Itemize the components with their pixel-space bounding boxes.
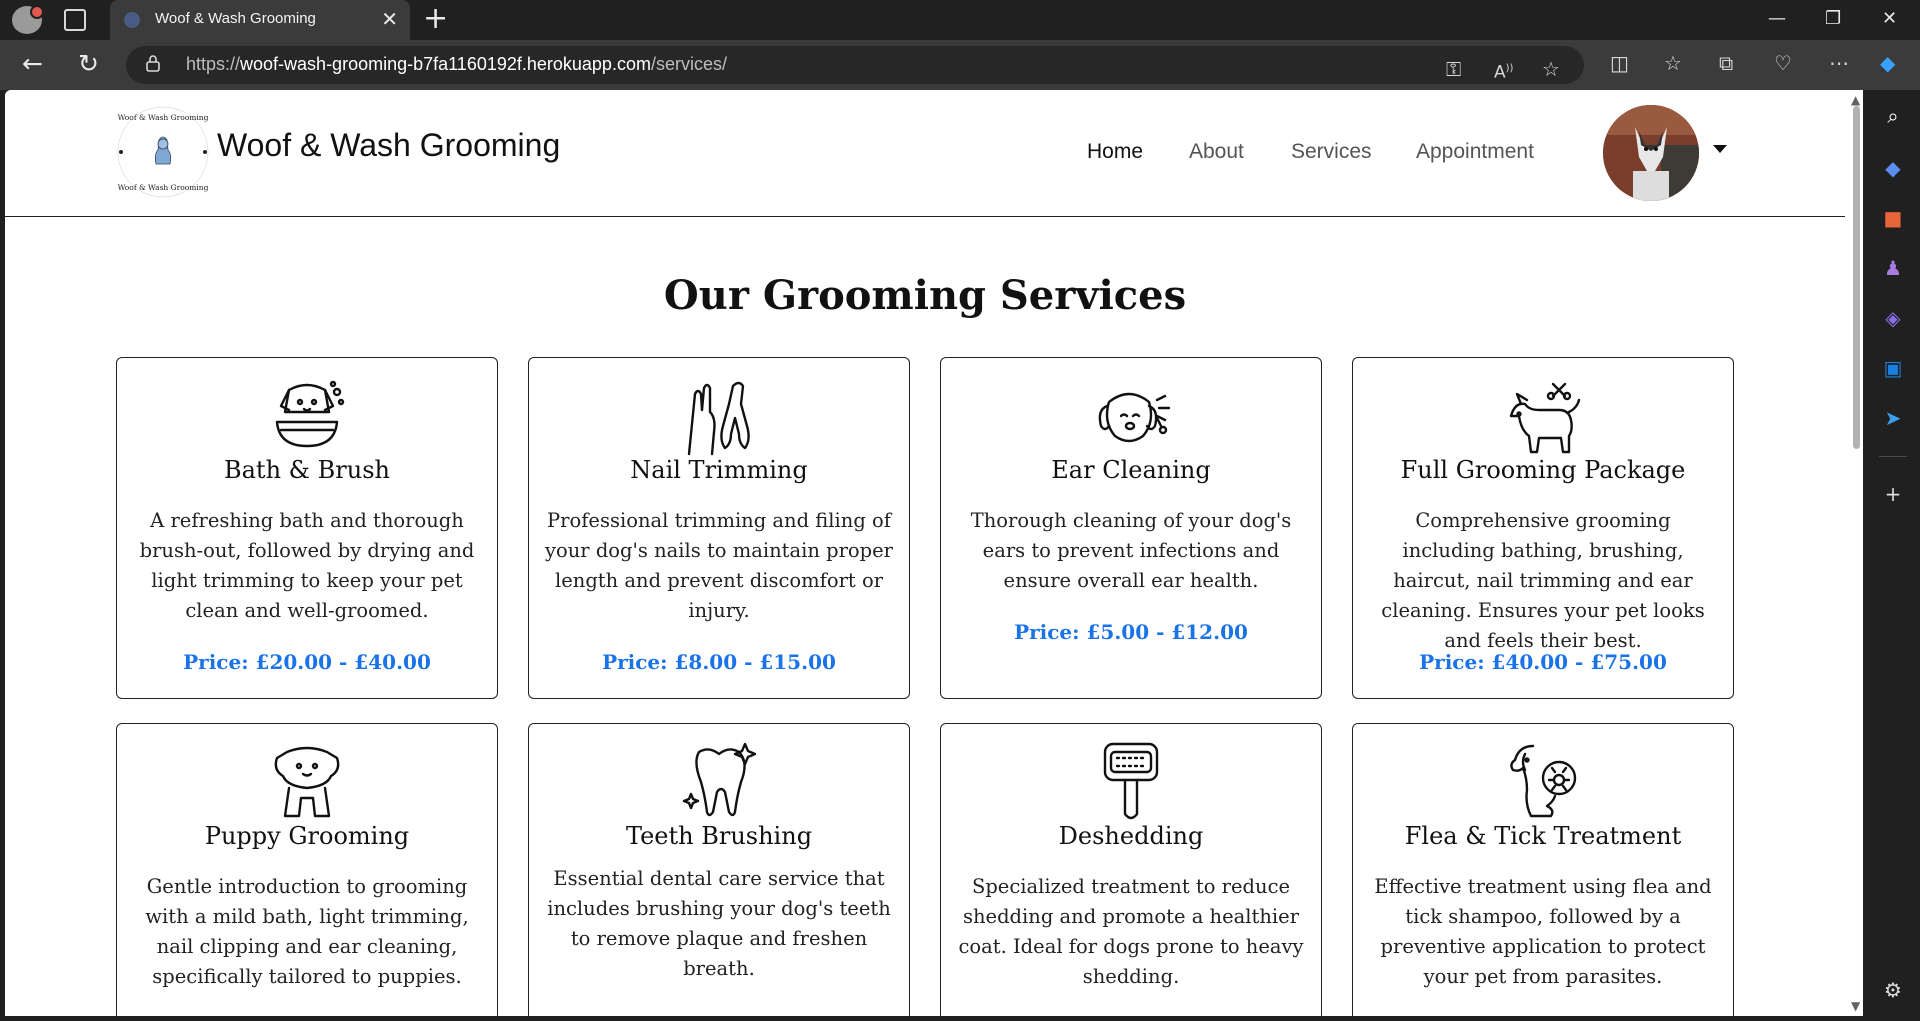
browser-titlebar: Woof & Wash Grooming ✕ + — ❐ ✕: [0, 0, 1920, 40]
service-title: Puppy Grooming: [204, 822, 410, 850]
outlook-icon[interactable]: ▣: [1881, 356, 1905, 380]
window-close-icon[interactable]: ✕: [1882, 8, 1897, 29]
service-card: Flea & Tick Treatment Effective treatmen…: [1352, 723, 1734, 1016]
dog-ear-icon: [1098, 392, 1171, 443]
web-content: Woof & Wash Grooming Woof & Wash Groomin…: [5, 90, 1857, 1016]
service-description: Thorough cleaning of your dog's ears to …: [970, 509, 1292, 592]
service-title: Full Grooming Package: [1400, 456, 1686, 484]
service-card: Nail Trimming Professional trimming and …: [528, 357, 910, 699]
service-price: Price: £20.00 - £40.00: [183, 650, 431, 674]
nail-clipper-paw-icon: [687, 381, 750, 456]
service-card: Full Grooming Package Comprehensive groo…: [1352, 357, 1734, 699]
send-icon[interactable]: ➤: [1881, 406, 1905, 430]
nav-services[interactable]: Services: [1291, 140, 1372, 164]
service-price: Price: £8.00 - £15.00: [602, 650, 836, 674]
nav-about[interactable]: About: [1189, 140, 1244, 164]
service-card: Ear Cleaning Thorough cleaning of your d…: [940, 357, 1322, 699]
copilot-icon[interactable]: ◆: [1880, 51, 1895, 75]
logo-icon[interactable]: Woof & Wash Grooming Woof & Wash Groomin…: [115, 104, 211, 200]
nav-appointment[interactable]: Appointment: [1416, 140, 1534, 164]
deshedding-brush-icon: [1103, 742, 1159, 820]
copilot-apps-icon[interactable]: ◈: [1881, 306, 1905, 330]
page-scrollbar[interactable]: ▲ ▼: [1849, 90, 1863, 1016]
svg-text:Woof & Wash Grooming: Woof & Wash Grooming: [118, 113, 209, 122]
more-icon[interactable]: ⋯: [1829, 51, 1849, 75]
service-description: Essential dental care service that inclu…: [547, 867, 891, 980]
browser-toolbar: ← ↻ https://woof-wash-grooming-b7fa11601…: [0, 40, 1920, 90]
collections-icon[interactable]: ⧉: [1719, 51, 1733, 75]
avatar[interactable]: [1603, 105, 1699, 201]
service-title: Teeth Brushing: [625, 822, 813, 850]
service-card: Teeth Brushing Essential dental care ser…: [528, 723, 910, 1016]
address-bar[interactable]: https://woof-wash-grooming-b7fa1160192f.…: [126, 46, 1584, 84]
page-title: Our Grooming Services: [663, 272, 1187, 319]
service-description: Professional trimming and filing of your…: [544, 509, 893, 622]
restore-icon[interactable]: ❐: [1825, 8, 1841, 29]
dog-bath-icon: [275, 380, 345, 448]
key-icon[interactable]: ⚿: [1446, 57, 1461, 81]
brand-title[interactable]: Woof & Wash Grooming: [217, 127, 560, 164]
add-icon[interactable]: +: [1881, 482, 1905, 506]
performance-icon[interactable]: ♡: [1774, 51, 1792, 75]
puppy-icon: [274, 746, 340, 818]
service-card: Bath & Brush A refreshing bath and thoro…: [116, 357, 498, 699]
tooth-icon: [682, 742, 757, 817]
scroll-down-icon[interactable]: ▼: [1851, 1000, 1860, 1012]
service-price: Price: £5.00 - £12.00: [1014, 620, 1248, 644]
service-description: Gentle introduction to grooming with a m…: [145, 875, 469, 988]
shopping-tag-icon[interactable]: ◆: [1881, 156, 1905, 180]
husky-photo-icon: [1603, 105, 1699, 201]
browser-sidebar: ⌕ ◆ ■ ♟ ◈ ▣ ➤ + ⚙: [1867, 90, 1920, 1021]
scroll-up-icon[interactable]: ▲: [1851, 94, 1860, 106]
favorite-star-icon[interactable]: ☆: [1542, 57, 1560, 81]
service-title: Bath & Brush: [223, 456, 390, 484]
flea-treatment-icon: [1510, 744, 1577, 818]
service-title: Flea & Tick Treatment: [1404, 822, 1682, 850]
avatar-dropdown-icon[interactable]: [1713, 145, 1727, 153]
service-card: Puppy Grooming Gentle introduction to gr…: [116, 723, 498, 1016]
new-tab-icon[interactable]: +: [423, 4, 448, 34]
tab-actions-icon[interactable]: [64, 9, 86, 31]
url-text: https://woof-wash-grooming-b7fa1160192f.…: [186, 54, 727, 74]
service-card: Deshedding Specialized treatment to redu…: [940, 723, 1322, 1016]
tab-title: Woof & Wash Grooming: [155, 10, 316, 27]
minimize-icon[interactable]: —: [1768, 8, 1786, 29]
browser-tab[interactable]: Woof & Wash Grooming ✕: [110, 0, 410, 40]
service-price: Price: £40.00 - £75.00: [1419, 650, 1667, 674]
service-description: A refreshing bath and thorough brush-out…: [139, 509, 475, 622]
favorites-icon[interactable]: ☆: [1664, 51, 1682, 75]
tab-close-icon[interactable]: ✕: [381, 7, 398, 31]
search-icon[interactable]: ⌕: [1881, 104, 1905, 128]
service-description: Specialized treatment to reduce shedding…: [958, 875, 1304, 988]
games-icon[interactable]: ♟: [1881, 256, 1905, 280]
service-description: Comprehensive grooming including bathing…: [1381, 509, 1705, 652]
settings-icon[interactable]: ⚙: [1881, 978, 1905, 1002]
scrollbar-thumb[interactable]: [1853, 106, 1860, 449]
read-aloud-icon[interactable]: A)): [1494, 57, 1513, 85]
refresh-icon[interactable]: ↻: [78, 50, 99, 78]
back-icon[interactable]: ←: [22, 50, 43, 78]
service-title: Deshedding: [1058, 822, 1204, 850]
service-title: Nail Trimming: [630, 456, 808, 484]
split-screen-icon[interactable]: ◫: [1610, 51, 1629, 75]
tools-icon[interactable]: ■: [1881, 206, 1905, 230]
profile-icon[interactable]: [12, 5, 44, 34]
site-navbar: Woof & Wash Grooming Woof & Wash Groomin…: [5, 90, 1845, 217]
nav-home[interactable]: Home: [1087, 140, 1143, 164]
tab-favicon-icon: [124, 12, 140, 28]
lock-icon: [146, 55, 160, 72]
dog-scissors-icon: [1509, 382, 1581, 454]
service-title: Ear Cleaning: [1051, 456, 1211, 484]
sidebar-divider: [1879, 456, 1907, 457]
svg-text:Woof & Wash Grooming: Woof & Wash Grooming: [118, 183, 209, 192]
service-description: Effective treatment using flea and tick …: [1374, 875, 1712, 988]
